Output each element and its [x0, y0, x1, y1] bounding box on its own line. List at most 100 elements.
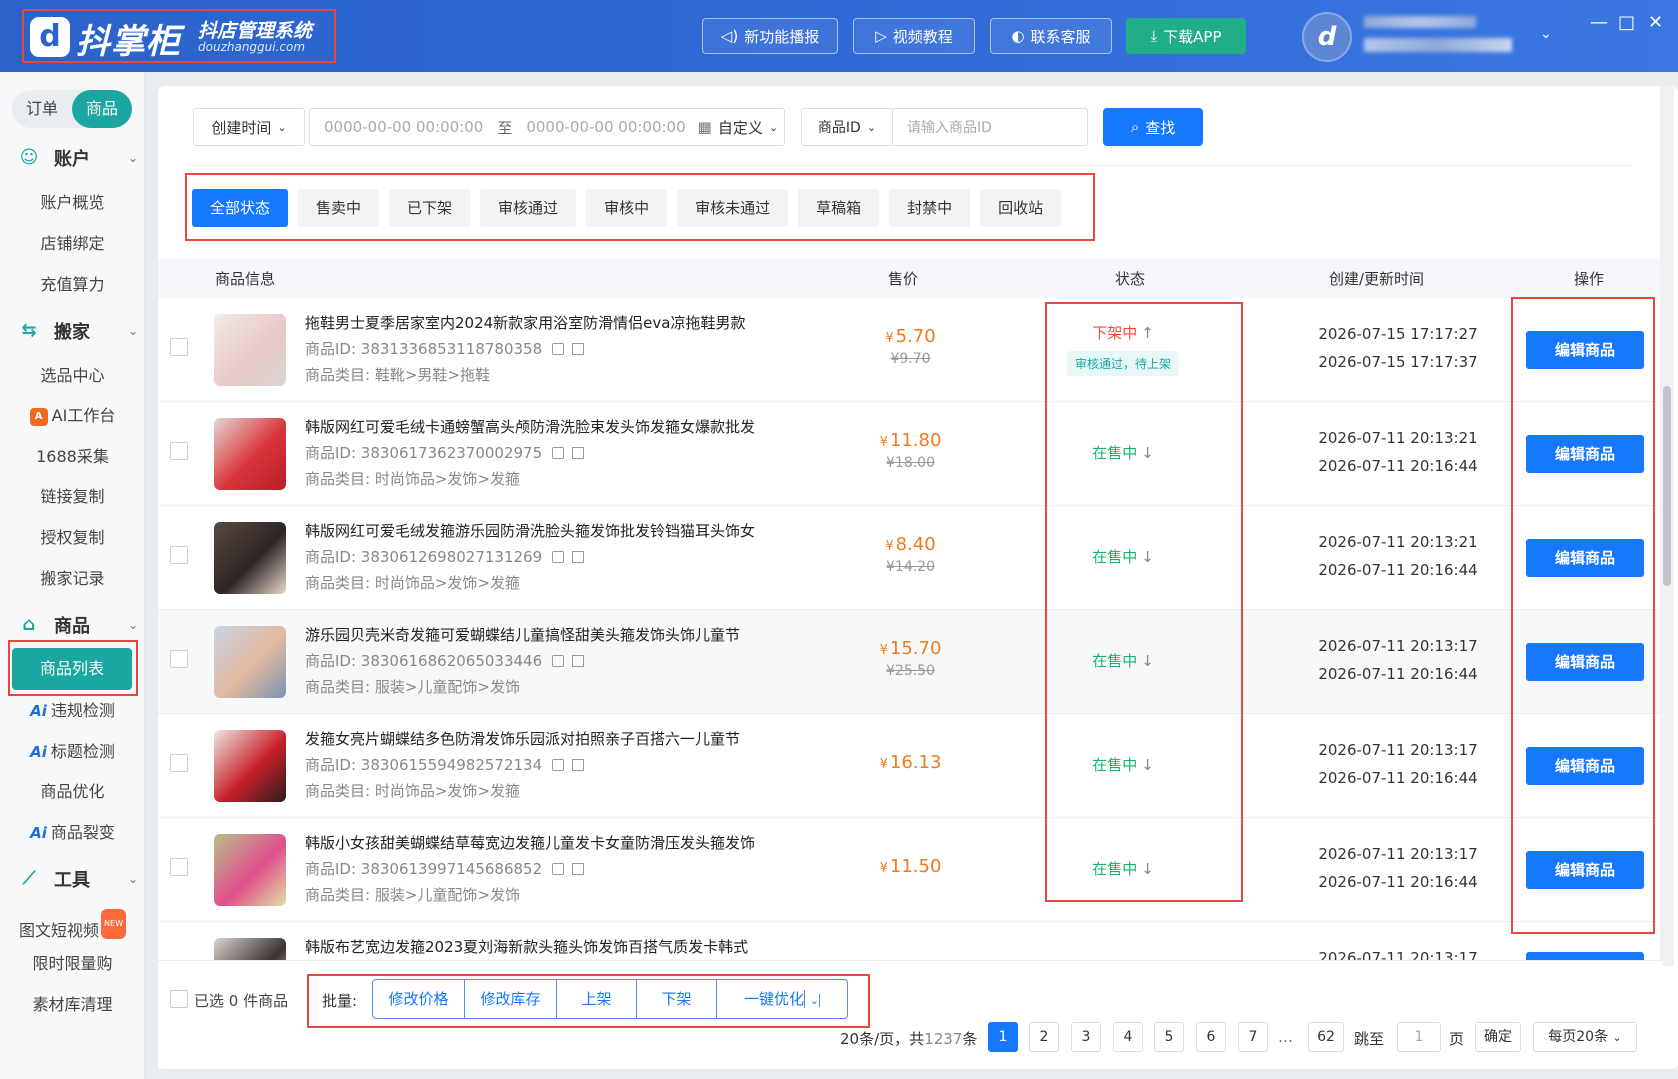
copy-icon[interactable] — [552, 343, 565, 355]
bulk-delist-button[interactable]: 下架 — [637, 980, 717, 1018]
product-title[interactable]: 韩版网红可爱毛绒发箍游乐园防滑洗脸头箍发饰批发铃铛猫耳头饰女 — [305, 520, 755, 541]
select-all-checkbox[interactable] — [170, 990, 188, 1008]
copy-icon[interactable] — [552, 759, 565, 771]
arrow-down-icon[interactable]: ↓ — [1141, 548, 1154, 566]
product-thumbnail[interactable] — [214, 418, 286, 490]
product-thumbnail[interactable] — [214, 626, 286, 698]
sidebar-item-migrate-records[interactable]: 搬家记录 — [0, 564, 145, 594]
sidebar-section-tools[interactable]: ⟋ 工具 ⌄ — [18, 862, 138, 896]
product-thumbnail[interactable] — [214, 314, 286, 386]
date-range-picker[interactable]: 0000-00-00 00:00:00 至 0000-00-00 00:00:0… — [309, 108, 785, 146]
arrow-down-icon[interactable]: ↓ — [1141, 444, 1154, 462]
tab-on-sale[interactable]: 售卖中 — [298, 189, 380, 227]
external-link-icon[interactable] — [572, 447, 585, 459]
arrow-down-icon[interactable]: ↓ — [1141, 652, 1154, 670]
external-link-icon[interactable] — [572, 655, 585, 667]
id-type-select[interactable]: 商品ID ⌄ — [801, 108, 893, 146]
arrow-up-icon[interactable]: ↑ — [1141, 324, 1154, 342]
jump-confirm-button[interactable]: 确定 — [1475, 1022, 1521, 1052]
sidebar-item-account-overview[interactable]: 账户概览 — [0, 188, 145, 218]
tab-under-review[interactable]: 审核中 — [586, 189, 668, 227]
product-title[interactable]: 发箍女亮片蝴蝶结多色防滑发饰乐园派对拍照亲子百搭六一儿童节 — [305, 728, 740, 749]
sidebar-item-product-fission[interactable]: Ai 商品裂变 — [0, 818, 145, 848]
scrollbar[interactable] — [1660, 86, 1674, 966]
avatar[interactable]: d — [1302, 12, 1352, 62]
sidebar-item-recharge[interactable]: 充值算力 — [0, 270, 145, 300]
row-checkbox[interactable] — [170, 546, 188, 564]
copy-icon[interactable] — [552, 447, 565, 459]
product-title[interactable]: 游乐园贝壳米奇发箍可爱蝴蝶结儿童搞怪甜美头箍发饰头饰儿童节 — [305, 624, 740, 645]
product-id-input[interactable]: 请输入商品ID — [892, 108, 1088, 146]
sidebar-item-title-check[interactable]: Ai 标题检测 — [0, 737, 145, 767]
bulk-edit-price-button[interactable]: 修改价格 — [373, 980, 465, 1018]
tab-all[interactable]: 全部状态 — [192, 189, 289, 227]
edit-product-button[interactable]: 编辑商品 — [1526, 435, 1644, 473]
tab-drafts[interactable]: 草稿箱 — [798, 189, 880, 227]
scrollbar-thumb[interactable] — [1663, 386, 1671, 586]
video-tutorial-button[interactable]: ▷ 视频教程 — [853, 18, 975, 54]
product-title[interactable]: 韩版网红可爱毛绒卡通螃蟹高头颅防滑洗脸束发头饰发箍女爆款批发 — [305, 416, 755, 437]
page-7[interactable]: 7 — [1238, 1022, 1268, 1052]
sidebar-item-material-cleanup[interactable]: 素材库清理 — [0, 990, 145, 1020]
edit-product-button[interactable]: 编辑商品 — [1526, 331, 1644, 369]
sidebar-item-link-copy[interactable]: 链接复制 — [0, 482, 145, 512]
tab-off-shelf[interactable]: 已下架 — [389, 189, 471, 227]
sidebar-item-product-list[interactable]: 商品列表 — [12, 648, 132, 690]
external-link-icon[interactable] — [572, 551, 585, 563]
external-link-icon[interactable] — [572, 343, 585, 355]
row-checkbox[interactable] — [170, 754, 188, 772]
sidebar-item-image-video[interactable]: 图文短视频 NEW — [0, 909, 145, 940]
tab-rejected[interactable]: 审核未通过 — [677, 189, 789, 227]
sidebar-item-product-selection[interactable]: 选品中心 — [0, 361, 145, 391]
search-button[interactable]: ⌕ 查找 — [1103, 108, 1203, 146]
arrow-down-icon[interactable]: ↓ — [1141, 860, 1154, 878]
sidebar-item-ai-workbench[interactable]: A AI工作台 — [0, 401, 145, 431]
page-size-select[interactable]: 每页20条 ⌄ — [1533, 1022, 1637, 1052]
maximize-icon[interactable]: □ — [1618, 12, 1635, 33]
switch-products[interactable]: 商品 — [72, 90, 132, 128]
sidebar-item-1688-collect[interactable]: 1688采集 — [0, 442, 145, 472]
bulk-list-button[interactable]: 上架 — [557, 980, 637, 1018]
page-2[interactable]: 2 — [1029, 1022, 1059, 1052]
sidebar-item-flash-sale[interactable]: 限时限量购 — [0, 949, 145, 979]
edit-product-button[interactable]: 编辑商品 — [1526, 643, 1644, 681]
minimize-icon[interactable]: — — [1590, 12, 1608, 33]
new-features-button[interactable]: ◁) 新功能播报 — [702, 18, 838, 54]
tab-banned[interactable]: 封禁中 — [889, 189, 971, 227]
product-title[interactable]: 韩版布艺宽边发箍2023夏刘海新款头箍头饰发饰百搭气质发卡韩式 — [305, 936, 748, 957]
end-date-input[interactable]: 0000-00-00 00:00:00 — [526, 118, 685, 136]
sidebar-section-products[interactable]: ⌂ 商品 ⌄ — [18, 608, 138, 642]
time-type-select[interactable]: 创建时间 ⌄ — [193, 108, 305, 146]
copy-icon[interactable] — [552, 551, 565, 563]
close-icon[interactable]: ✕ — [1648, 12, 1663, 33]
download-app-button[interactable]: ⤓ 下载APP — [1126, 18, 1246, 54]
sidebar-section-migrate[interactable]: ⇆ 搬家 ⌄ — [18, 314, 138, 348]
account-dropdown-chevron-icon[interactable]: ⌄ — [1540, 26, 1552, 42]
page-5[interactable]: 5 — [1154, 1022, 1184, 1052]
page-4[interactable]: 4 — [1113, 1022, 1143, 1052]
contact-support-button[interactable]: ◐ 联系客服 — [990, 18, 1112, 54]
edit-product-button[interactable]: 编辑商品 — [1526, 747, 1644, 785]
order-product-switch[interactable]: 订单 商品 — [12, 90, 132, 128]
bulk-edit-stock-button[interactable]: 修改库存 — [465, 980, 557, 1018]
external-link-icon[interactable] — [572, 863, 585, 875]
jump-page-input[interactable]: 1 — [1397, 1022, 1441, 1052]
edit-product-button[interactable]: 编辑商品 — [1526, 851, 1644, 889]
page-1[interactable]: 1 — [988, 1022, 1018, 1052]
product-title[interactable]: 拖鞋男士夏季居家室内2024新款家用浴室防滑情侣eva凉拖鞋男款 — [305, 312, 745, 333]
switch-orders[interactable]: 订单 — [12, 90, 72, 128]
copy-icon[interactable] — [552, 655, 565, 667]
product-thumbnail[interactable] — [214, 522, 286, 594]
sidebar-item-store-binding[interactable]: 店铺绑定 — [0, 229, 145, 259]
product-thumbnail[interactable] — [214, 730, 286, 802]
row-checkbox[interactable] — [170, 858, 188, 876]
sidebar-item-auth-copy[interactable]: 授权复制 — [0, 523, 145, 553]
range-mode-select[interactable]: 自定义 — [718, 117, 763, 138]
copy-icon[interactable] — [552, 863, 565, 875]
page-6[interactable]: 6 — [1196, 1022, 1226, 1052]
external-link-icon[interactable] — [572, 759, 585, 771]
arrow-down-icon[interactable]: ↓ — [1141, 756, 1154, 774]
product-title[interactable]: 韩版小女孩甜美蝴蝶结草莓宽边发箍儿童发卡女童防滑压发头箍发饰 — [305, 832, 755, 853]
row-checkbox[interactable] — [170, 650, 188, 668]
product-thumbnail[interactable] — [214, 834, 286, 906]
